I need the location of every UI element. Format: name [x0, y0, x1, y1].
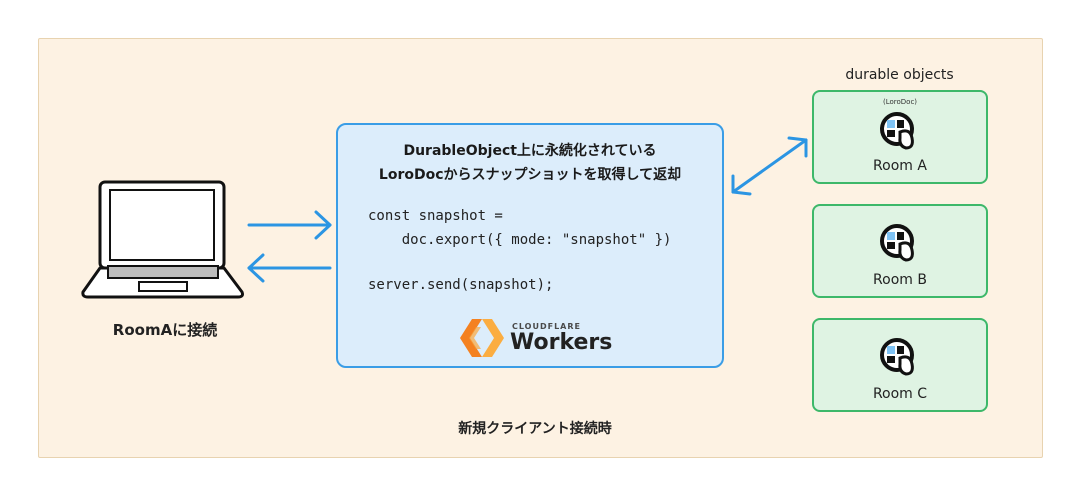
response-arrow: [247, 253, 332, 283]
durable-object-arrow: [731, 136, 808, 196]
request-arrow: [247, 210, 332, 240]
footer-caption: 新規クライアント接続時: [458, 421, 612, 437]
